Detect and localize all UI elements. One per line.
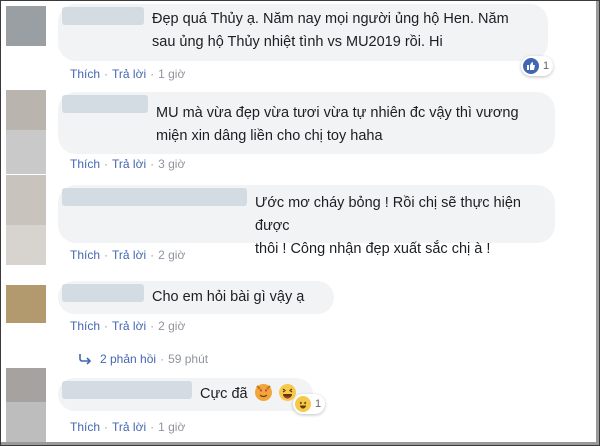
separator: · (104, 319, 109, 333)
like-icon (523, 58, 539, 74)
separator: · (160, 352, 165, 366)
comment-text-line: Cực đã (200, 386, 248, 402)
comment-text: MU mà vừa đẹp vừa tươi vừa tự nhiên đc v… (156, 102, 552, 148)
separator: · (150, 67, 155, 81)
comment-text-line: thôi ! Công nhận đẹp xuất sắc chị à ! (255, 241, 491, 257)
commenter-name-blurred[interactable] (62, 95, 148, 113)
comment-time[interactable]: 2 giờ (158, 248, 185, 262)
separator: · (104, 420, 109, 434)
comment-text-line: Ước mơ cháy bỏng ! Rồi chị sẽ thực hiện … (255, 195, 521, 234)
comment-actions: Thích · Trả lời · 1 giờ (70, 420, 185, 434)
comment-actions: Thích · Trả lời · 2 giờ (70, 319, 185, 333)
reply-link[interactable]: Trả lời (112, 420, 146, 434)
avatar-blurred (6, 130, 46, 174)
commenter-name-blurred[interactable] (62, 284, 144, 302)
reaction-count: 1 (315, 398, 322, 410)
reply-link[interactable]: Trả lời (112, 248, 146, 262)
heart-eyes-cat-icon (254, 384, 272, 401)
avatar[interactable] (6, 175, 46, 225)
avatar[interactable] (6, 90, 46, 130)
avatar[interactable] (6, 285, 46, 323)
comment-time[interactable]: 3 giờ (158, 157, 185, 171)
avatar-blurred (6, 225, 46, 265)
comment-time[interactable]: 1 giờ (158, 67, 185, 81)
comment-time[interactable]: 2 giờ (158, 319, 185, 333)
reply-link[interactable]: Trả lời (112, 319, 146, 333)
grinning-squint-icon (278, 384, 296, 401)
comment-text-line: MU mà vừa đẹp vừa tươi vừa tự nhiên đc v… (156, 105, 519, 121)
reaction-count-badge[interactable]: 1 (521, 56, 554, 76)
like-link[interactable]: Thích (70, 420, 100, 434)
comment-text-line: miện xin dâng liền cho chị toy haha (156, 128, 383, 144)
reaction-count-badge[interactable]: 1 (293, 394, 326, 414)
comment-text: Đẹp quá Thủy ạ. Năm nay mọi người ủng hộ… (152, 8, 544, 54)
like-link[interactable]: Thích (70, 319, 100, 333)
like-link[interactable]: Thích (70, 248, 100, 262)
reply-link[interactable]: Trả lời (112, 157, 146, 171)
comment-text-line: sau ủng hộ Thủy nhiệt tình vs MU2019 rồi… (152, 34, 443, 50)
comment-text-line: Cho em hỏi bài gì vậy ạ (152, 289, 305, 305)
reaction-count: 1 (543, 60, 550, 72)
replies-time: 59 phút (168, 352, 209, 366)
commenter-name-blurred[interactable] (62, 188, 247, 206)
commenter-name-blurred[interactable] (62, 7, 144, 25)
comment-text: Cực đã (200, 383, 296, 406)
avatar-blurred (6, 402, 46, 442)
separator: · (104, 157, 109, 171)
like-link[interactable]: Thích (70, 157, 100, 171)
reply-arrow-icon (78, 353, 92, 368)
haha-icon (295, 396, 311, 412)
reply-link[interactable]: Trả lời (112, 67, 146, 81)
separator: · (104, 67, 109, 81)
comment-text: Cho em hỏi bài gì vậy ạ (152, 286, 304, 309)
comment-actions: Thích · Trả lời · 1 giờ (70, 67, 185, 81)
replies-count[interactable]: 2 phản hồi (100, 352, 156, 366)
comment-actions: Thích · Trả lời · 3 giờ (70, 157, 185, 171)
avatar[interactable] (6, 368, 46, 402)
separator: · (150, 157, 155, 171)
separator: · (150, 319, 155, 333)
avatar[interactable] (6, 6, 46, 46)
comment-actions: Thích · Trả lời · 2 giờ (70, 248, 185, 262)
comment-time[interactable]: 1 giờ (158, 420, 185, 434)
separator: · (150, 420, 155, 434)
commenter-name-blurred[interactable] (62, 381, 192, 399)
comment-text: Ước mơ cháy bỏng ! Rồi chị sẽ thực hiện … (255, 192, 551, 261)
comment-text-line: Đẹp quá Thủy ạ. Năm nay mọi người ủng hộ… (152, 11, 509, 27)
separator: · (104, 248, 109, 262)
separator: · (150, 248, 155, 262)
like-link[interactable]: Thích (70, 67, 100, 81)
view-replies-link[interactable]: 2 phản hồi · 59 phút (78, 352, 208, 368)
